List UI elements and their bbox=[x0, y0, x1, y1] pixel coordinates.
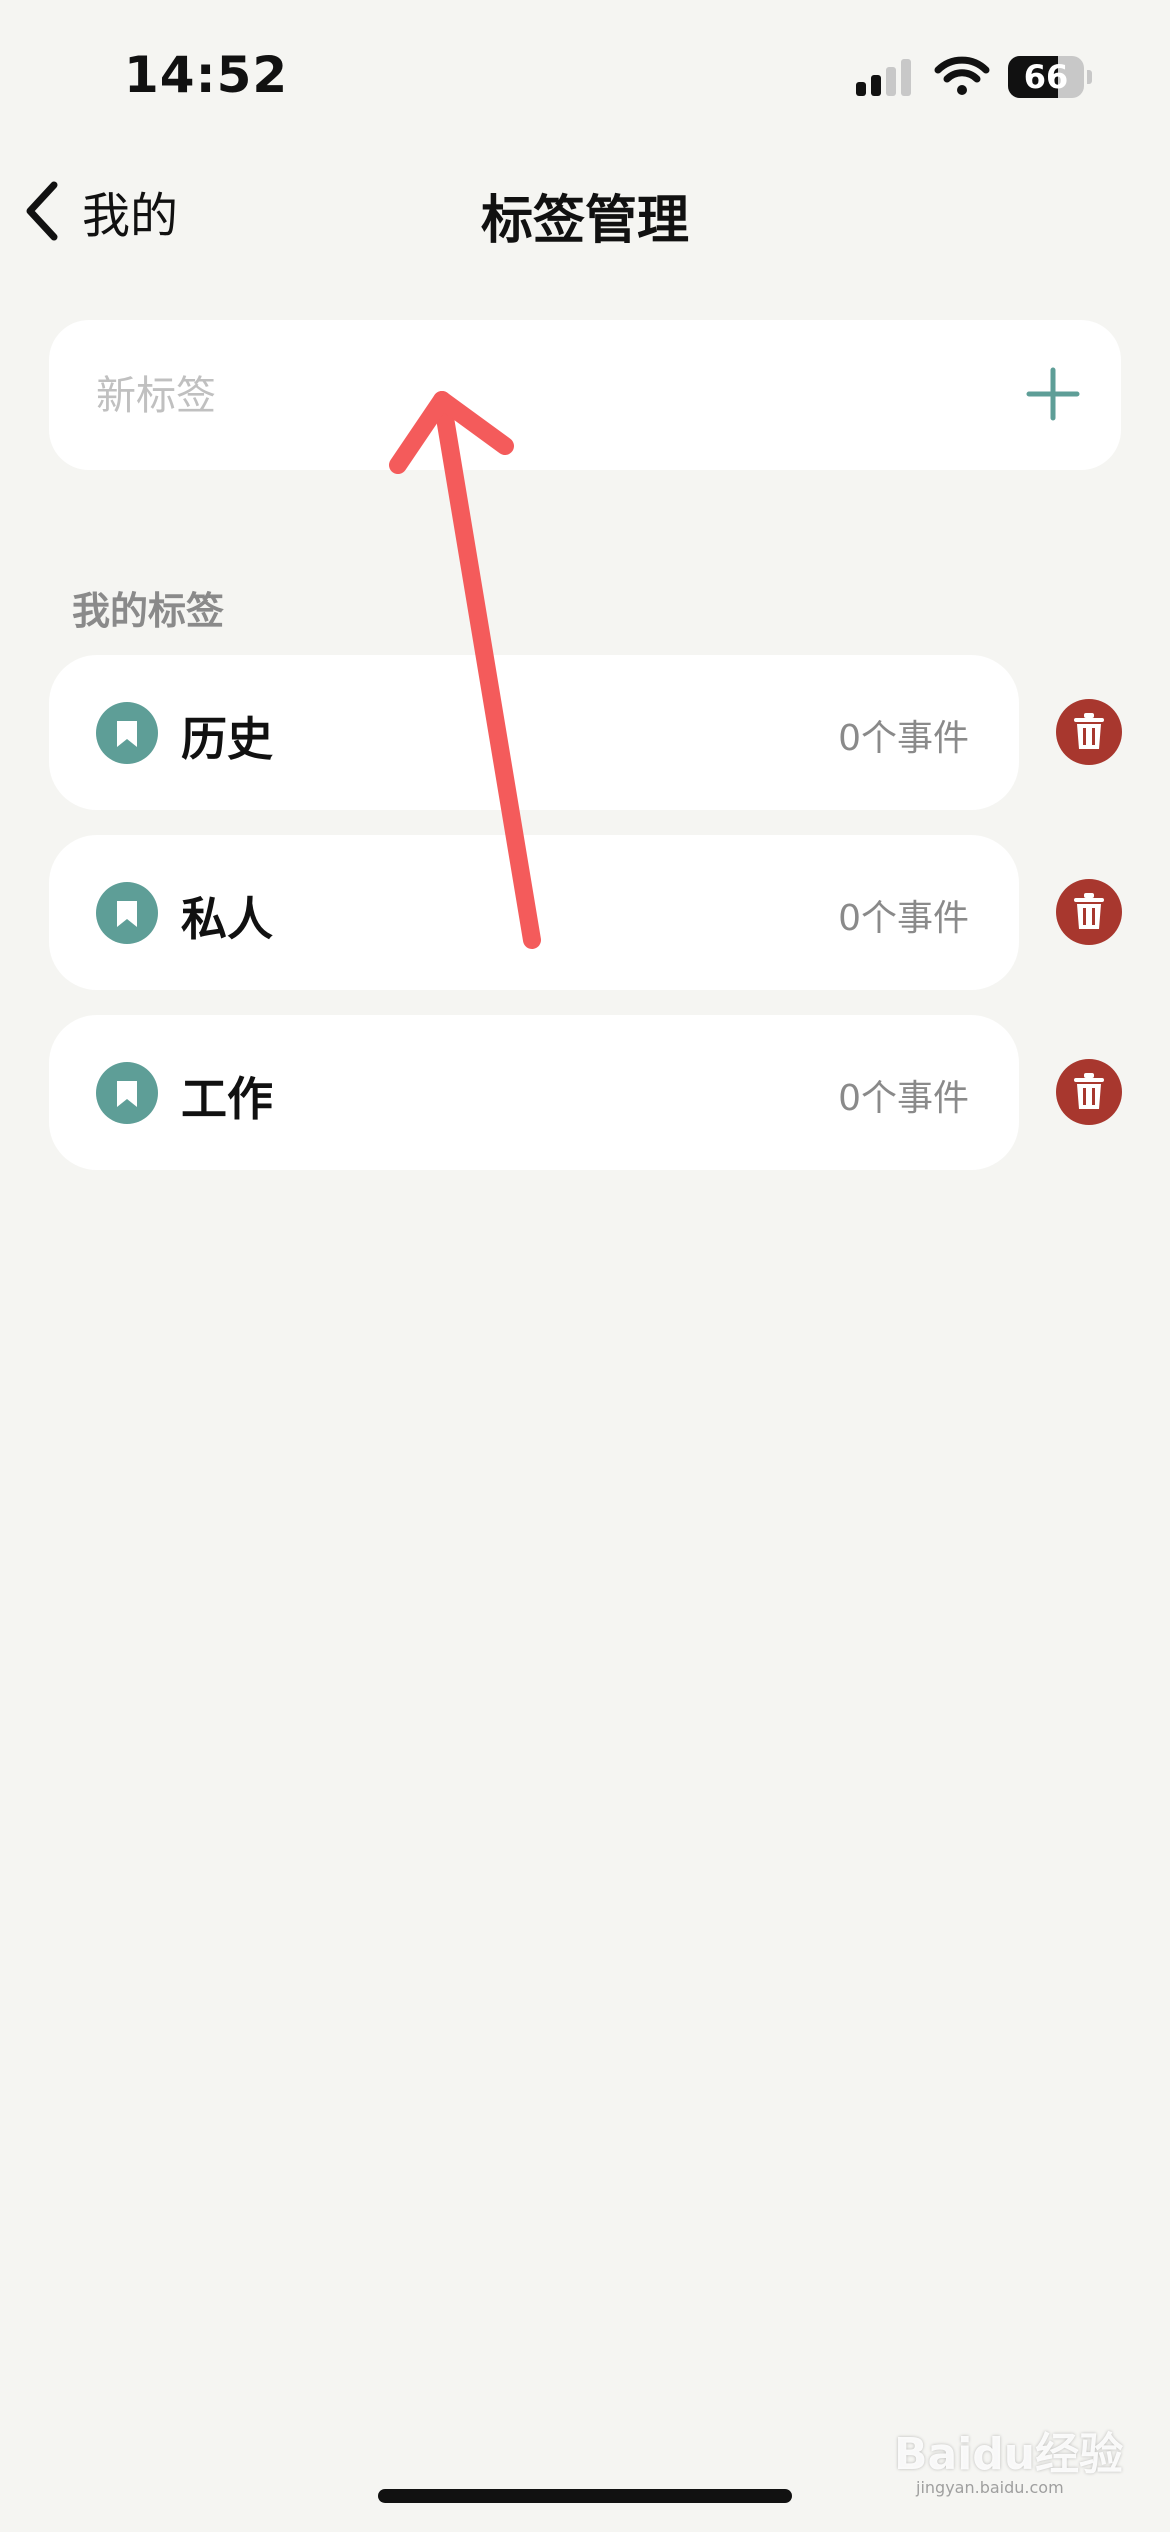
bookmark-icon bbox=[96, 1062, 158, 1124]
battery-indicator: 66 bbox=[1008, 56, 1092, 98]
tag-event-count: 0个事件 bbox=[838, 898, 969, 939]
trash-icon bbox=[1074, 1073, 1104, 1109]
status-bar: 14:52 66 bbox=[0, 0, 1170, 150]
battery-icon: 66 bbox=[1008, 56, 1084, 98]
trash-icon bbox=[1074, 713, 1104, 749]
tag-item[interactable]: 私人 0个事件 bbox=[49, 835, 1019, 990]
battery-cap bbox=[1087, 70, 1092, 84]
trash-icon bbox=[1074, 893, 1104, 929]
tag-event-count: 0个事件 bbox=[838, 1078, 969, 1119]
tag-row: 历史 0个事件 bbox=[0, 655, 1170, 810]
bookmark-icon bbox=[96, 882, 158, 944]
tag-name: 工作 bbox=[181, 1072, 273, 1126]
navigation-bar: 我的 标签管理 bbox=[0, 150, 1170, 270]
tag-name: 历史 bbox=[181, 712, 273, 766]
status-time: 14:52 bbox=[124, 46, 289, 104]
delete-tag-button[interactable] bbox=[1056, 879, 1122, 945]
plus-icon[interactable] bbox=[1021, 362, 1085, 426]
tag-row: 工作 0个事件 bbox=[0, 1015, 1170, 1170]
bookmark-icon bbox=[96, 702, 158, 764]
new-tag-card bbox=[49, 320, 1121, 470]
tag-item[interactable]: 工作 0个事件 bbox=[49, 1015, 1019, 1170]
battery-percent: 66 bbox=[1023, 58, 1069, 96]
watermark-url: jingyan.baidu.com bbox=[916, 2478, 1064, 2497]
new-tag-input[interactable] bbox=[94, 355, 978, 437]
tag-item[interactable]: 历史 0个事件 bbox=[49, 655, 1019, 810]
delete-tag-button[interactable] bbox=[1056, 1059, 1122, 1125]
delete-tag-button[interactable] bbox=[1056, 699, 1122, 765]
section-title-my-tags: 我的标签 bbox=[72, 589, 225, 633]
wifi-icon bbox=[934, 56, 990, 95]
tag-event-count: 0个事件 bbox=[838, 718, 969, 759]
tag-row: 私人 0个事件 bbox=[0, 835, 1170, 990]
cellular-signal-icon bbox=[856, 59, 911, 96]
tag-name: 私人 bbox=[181, 892, 273, 946]
page-title: 标签管理 bbox=[480, 191, 689, 251]
home-indicator bbox=[378, 2489, 792, 2503]
baidu-jingyan-watermark: Baidu经验 bbox=[894, 2429, 1124, 2480]
